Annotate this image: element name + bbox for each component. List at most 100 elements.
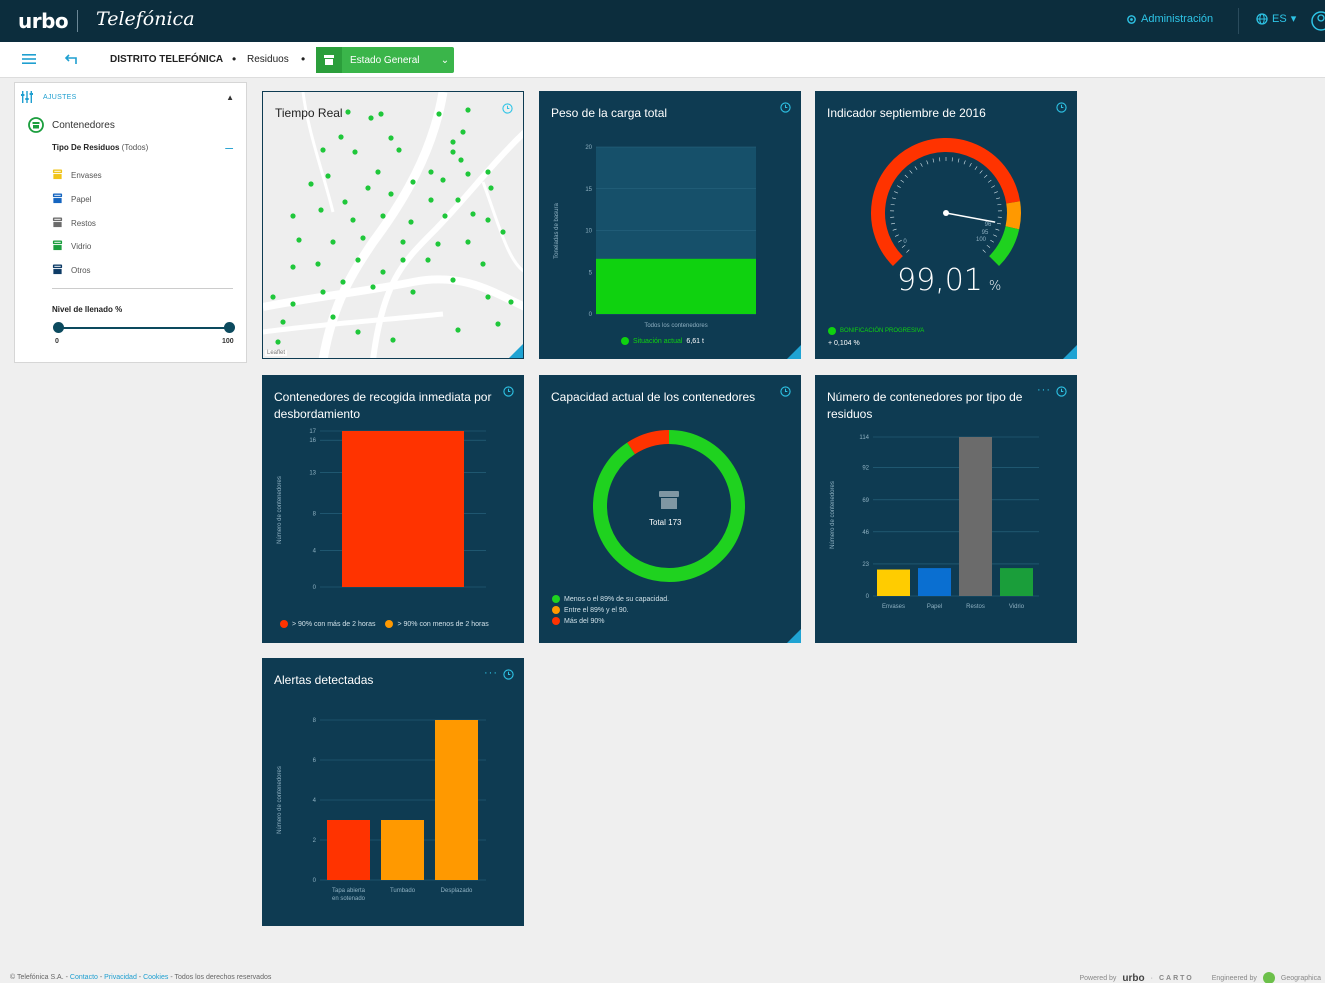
geographica-logo[interactable]: Geographica bbox=[1281, 975, 1321, 982]
container-marker[interactable] bbox=[296, 237, 302, 243]
container-marker[interactable] bbox=[436, 111, 442, 117]
container-marker[interactable] bbox=[495, 321, 501, 327]
container-marker[interactable] bbox=[290, 213, 296, 219]
expand-corner[interactable] bbox=[1063, 345, 1077, 359]
container-marker[interactable] bbox=[360, 235, 366, 241]
container-marker[interactable] bbox=[410, 179, 416, 185]
container-marker[interactable] bbox=[465, 107, 471, 113]
container-marker[interactable] bbox=[410, 289, 416, 295]
container-marker[interactable] bbox=[450, 277, 456, 283]
expand-corner[interactable] bbox=[787, 629, 801, 643]
container-marker[interactable] bbox=[408, 219, 414, 225]
container-marker[interactable] bbox=[455, 327, 461, 333]
container-marker[interactable] bbox=[470, 211, 476, 217]
user-icon[interactable] bbox=[1309, 10, 1325, 32]
container-marker[interactable] bbox=[428, 197, 434, 203]
admin-link[interactable]: Administración bbox=[1126, 13, 1213, 25]
container-marker[interactable] bbox=[442, 213, 448, 219]
map-canvas[interactable] bbox=[263, 92, 524, 359]
container-marker[interactable] bbox=[396, 147, 402, 153]
container-marker[interactable] bbox=[435, 241, 441, 247]
urbo-logo[interactable]: urbo bbox=[18, 9, 69, 33]
container-marker[interactable] bbox=[330, 314, 336, 320]
container-marker[interactable] bbox=[350, 217, 356, 223]
container-marker[interactable] bbox=[368, 115, 374, 121]
container-marker[interactable] bbox=[400, 257, 406, 263]
container-marker[interactable] bbox=[440, 177, 446, 183]
container-marker[interactable] bbox=[338, 134, 344, 140]
container-marker[interactable] bbox=[342, 199, 348, 205]
container-marker[interactable] bbox=[485, 294, 491, 300]
container-marker[interactable] bbox=[320, 147, 326, 153]
contacto-link[interactable]: Contacto bbox=[70, 974, 98, 981]
container-marker[interactable] bbox=[458, 157, 464, 163]
container-marker[interactable] bbox=[280, 319, 286, 325]
container-marker[interactable] bbox=[340, 279, 346, 285]
container-marker[interactable] bbox=[275, 339, 281, 345]
container-marker[interactable] bbox=[370, 284, 376, 290]
filter-item-vidrio[interactable]: Vidrio bbox=[52, 240, 91, 253]
container-marker[interactable] bbox=[485, 169, 491, 175]
filter-item-otros[interactable]: Otros bbox=[52, 264, 91, 277]
urbo-footer-logo[interactable]: urbo bbox=[1122, 973, 1144, 983]
filter-category[interactable]: Contenedores bbox=[28, 117, 115, 133]
slider-handle-min[interactable] bbox=[53, 322, 64, 333]
container-marker[interactable] bbox=[465, 171, 471, 177]
container-marker[interactable] bbox=[290, 264, 296, 270]
collapse-icon[interactable]: ▲ bbox=[226, 93, 234, 102]
container-marker[interactable] bbox=[325, 173, 331, 179]
fill-level-slider[interactable] bbox=[58, 327, 230, 329]
slider-handle-max[interactable] bbox=[224, 322, 235, 333]
breadcrumb-section[interactable]: Residuos bbox=[247, 54, 289, 65]
map-widget[interactable]: Tiempo Real Leaflet bbox=[262, 91, 524, 359]
container-marker[interactable] bbox=[508, 299, 514, 305]
filter-item-restos[interactable]: Restos bbox=[52, 217, 96, 230]
map-attribution[interactable]: Leaflet bbox=[265, 350, 288, 356]
language-selector[interactable]: ES ▾ bbox=[1256, 12, 1296, 25]
container-marker[interactable] bbox=[425, 257, 431, 263]
filter-item-envases[interactable]: Envases bbox=[52, 169, 102, 182]
privacidad-link[interactable]: Privacidad bbox=[104, 974, 137, 981]
container-marker[interactable] bbox=[465, 239, 471, 245]
expand-corner[interactable] bbox=[787, 345, 801, 359]
menu-icon[interactable] bbox=[22, 53, 36, 65]
container-marker[interactable] bbox=[488, 185, 494, 191]
container-marker[interactable] bbox=[330, 239, 336, 245]
container-marker[interactable] bbox=[355, 257, 361, 263]
container-marker[interactable] bbox=[500, 229, 506, 235]
container-marker[interactable] bbox=[450, 139, 456, 145]
container-marker[interactable] bbox=[352, 149, 358, 155]
filter-item-papel[interactable]: Papel bbox=[52, 193, 91, 206]
cookies-link[interactable]: Cookies bbox=[143, 974, 168, 981]
tipo-residuos-label[interactable]: Tipo De Residuos (Todos) bbox=[52, 143, 148, 152]
container-marker[interactable] bbox=[455, 197, 461, 203]
container-marker[interactable] bbox=[428, 169, 434, 175]
container-marker[interactable] bbox=[380, 269, 386, 275]
container-marker[interactable] bbox=[388, 135, 394, 141]
container-marker[interactable] bbox=[318, 207, 324, 213]
breadcrumb-district[interactable]: DISTRITO TELEFÓNICA bbox=[110, 54, 223, 65]
container-marker[interactable] bbox=[388, 191, 394, 197]
carto-logo[interactable]: CARTO bbox=[1159, 975, 1194, 982]
view-selector[interactable]: Estado General ⌄ bbox=[316, 47, 454, 73]
container-marker[interactable] bbox=[308, 181, 314, 187]
container-marker[interactable] bbox=[290, 301, 296, 307]
expand-corner[interactable] bbox=[509, 344, 523, 358]
clock-icon[interactable] bbox=[502, 103, 513, 114]
container-marker[interactable] bbox=[315, 261, 321, 267]
container-marker[interactable] bbox=[485, 217, 491, 223]
container-marker[interactable] bbox=[355, 329, 361, 335]
filters-header[interactable]: AJUSTES bbox=[21, 91, 77, 103]
container-marker[interactable] bbox=[380, 213, 386, 219]
container-marker[interactable] bbox=[270, 294, 276, 300]
back-arrow-icon[interactable] bbox=[64, 52, 80, 66]
container-marker[interactable] bbox=[390, 337, 396, 343]
container-marker[interactable] bbox=[365, 185, 371, 191]
container-marker[interactable] bbox=[375, 169, 381, 175]
container-marker[interactable] bbox=[320, 289, 326, 295]
container-marker[interactable] bbox=[378, 111, 384, 117]
container-marker[interactable] bbox=[450, 149, 456, 155]
container-marker[interactable] bbox=[460, 129, 466, 135]
collapse-minus-icon[interactable]: – bbox=[225, 139, 233, 155]
container-marker[interactable] bbox=[480, 261, 486, 267]
